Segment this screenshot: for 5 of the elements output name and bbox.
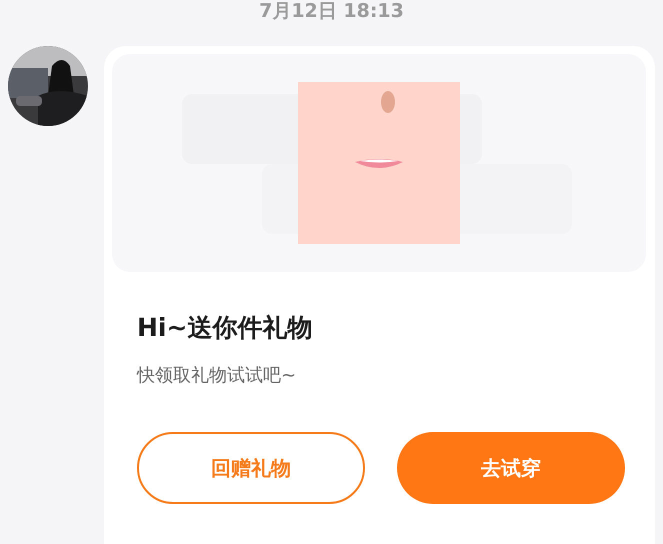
card-title: Hi~送你件礼物 [137,312,314,344]
try-on-button[interactable]: 去试穿 [397,432,625,504]
card-subtitle: 快领取礼物试试吧~ [137,364,298,388]
timestamp: 7月12日 18:13 [258,0,405,22]
return-gift-button[interactable]: 回赠礼物 [137,432,365,504]
